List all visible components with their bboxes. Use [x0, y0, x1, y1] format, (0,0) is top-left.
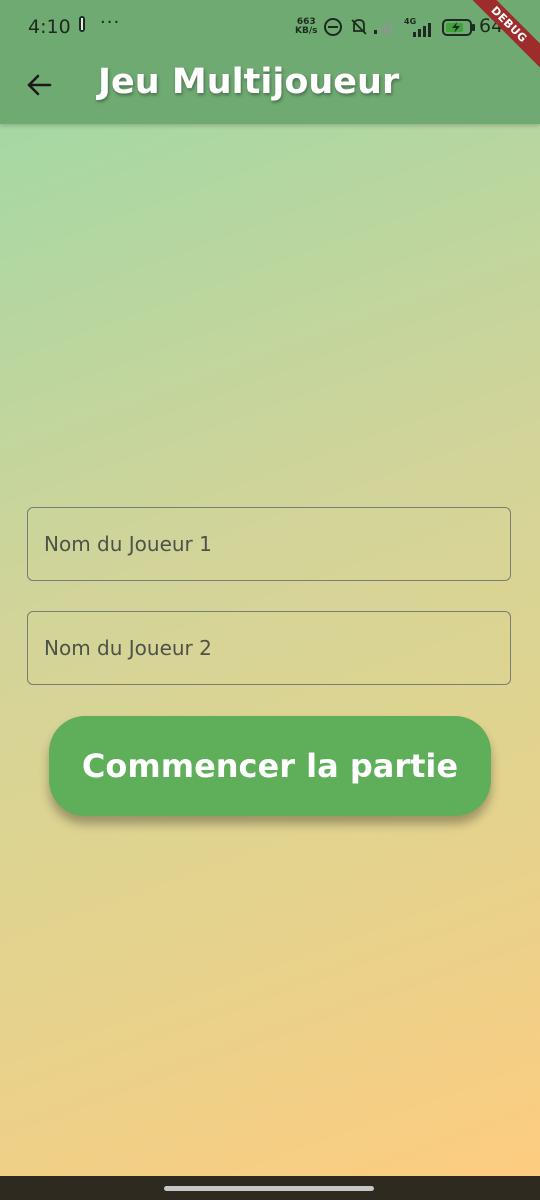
- player2-name-field[interactable]: [27, 611, 511, 685]
- status-time: 4:10: [28, 16, 71, 38]
- bell-off-icon: [349, 17, 369, 41]
- battery-charging-icon: [442, 19, 476, 40]
- home-indicator[interactable]: [164, 1186, 374, 1191]
- arrow-left-icon: [27, 74, 52, 96]
- back-button[interactable]: [20, 66, 58, 104]
- player2-name-input[interactable]: [28, 612, 510, 684]
- start-game-button[interactable]: Commencer la partie: [49, 716, 491, 816]
- app-bar: 4:10 ··· 663 KB/s 4G 64 Jeu Multijoueur: [0, 0, 540, 124]
- network-speed: 663 KB/s: [295, 17, 318, 36]
- player1-name-input[interactable]: [28, 508, 510, 580]
- system-navigation-bar: [0, 1176, 540, 1200]
- notification-icon: [77, 15, 87, 37]
- more-notifications-icon: ···: [100, 12, 121, 33]
- page-title: Jeu Multijoueur: [98, 62, 400, 102]
- link-icon: [322, 17, 344, 41]
- signal-strong-icon: [403, 22, 435, 41]
- player1-name-field[interactable]: [27, 507, 511, 581]
- signal-weak-icon: [373, 17, 397, 39]
- main-content: Commencer la partie: [0, 124, 540, 1176]
- status-bar: 4:10 ··· 663 KB/s 4G 64: [0, 0, 540, 56]
